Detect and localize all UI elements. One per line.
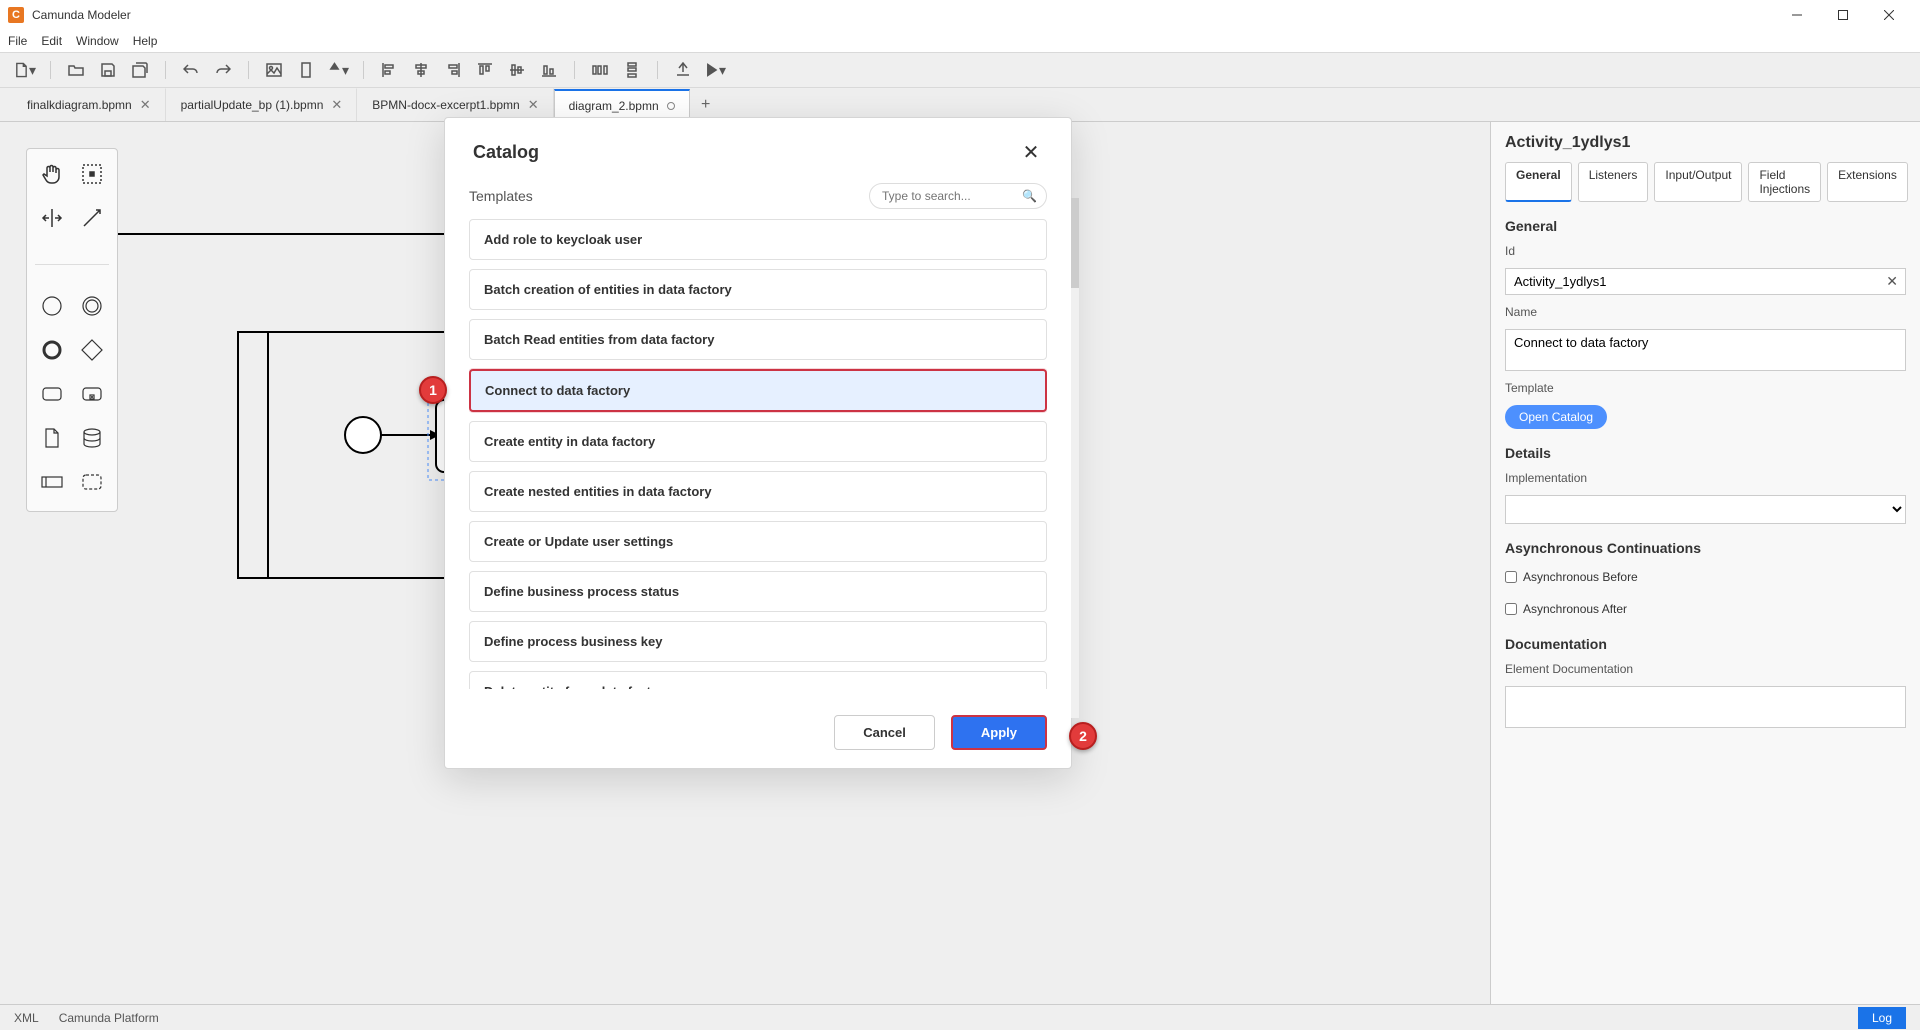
template-item[interactable]: Define process business key bbox=[469, 621, 1047, 662]
template-item[interactable]: Create nested entities in data factory bbox=[469, 471, 1047, 512]
cancel-button[interactable]: Cancel bbox=[834, 715, 935, 750]
template-item[interactable]: Connect to data factory bbox=[469, 369, 1047, 412]
search-icon[interactable]: 🔍 bbox=[1022, 189, 1037, 203]
modal-title: Catalog bbox=[473, 142, 539, 163]
annotation-badge-2: 2 bbox=[1069, 722, 1097, 750]
template-search-input[interactable] bbox=[869, 183, 1047, 209]
annotation-badge-1: 1 bbox=[419, 376, 447, 404]
template-item[interactable]: Batch creation of entities in data facto… bbox=[469, 269, 1047, 310]
apply-button[interactable]: Apply bbox=[951, 715, 1047, 750]
template-item[interactable]: Create or Update user settings bbox=[469, 521, 1047, 562]
template-item[interactable]: Delete entity from data factory bbox=[469, 671, 1047, 689]
templates-label: Templates bbox=[469, 188, 533, 204]
template-item[interactable]: Define business process status bbox=[469, 571, 1047, 612]
catalog-modal: Catalog ✕ Templates 🔍 Add role to keyclo… bbox=[444, 117, 1072, 769]
template-item[interactable]: Create entity in data factory bbox=[469, 421, 1047, 462]
template-item[interactable]: Add role to keycloak user bbox=[469, 219, 1047, 260]
template-item[interactable]: Batch Read entities from data factory bbox=[469, 319, 1047, 360]
modal-close-icon[interactable]: ✕ bbox=[1019, 140, 1043, 165]
modal-scrollbar[interactable] bbox=[1071, 198, 1079, 718]
